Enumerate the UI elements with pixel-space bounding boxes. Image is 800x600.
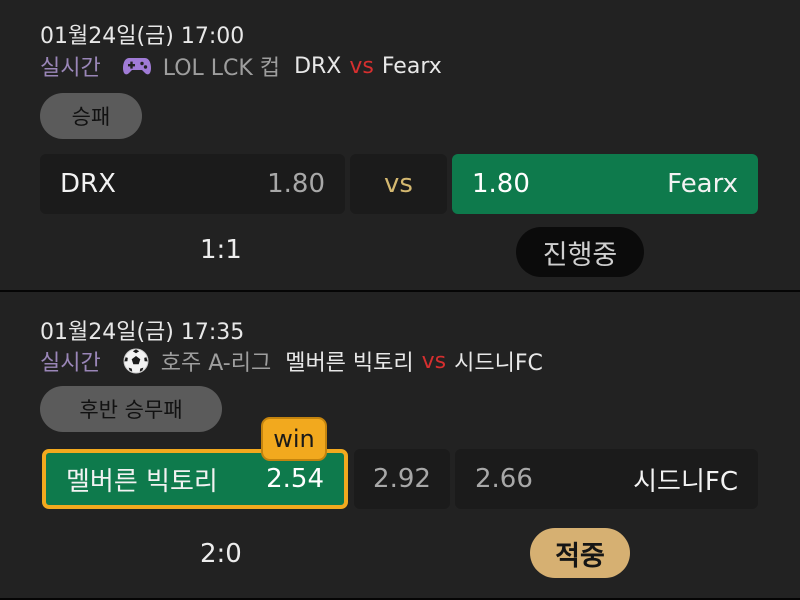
status-badge: 적중 bbox=[530, 528, 630, 578]
home-odds-button[interactable]: DRX 1.80 bbox=[40, 154, 345, 214]
away-team-name: Fearx bbox=[381, 53, 442, 79]
bet-type-badge: 후반 승무패 bbox=[40, 386, 222, 432]
vs-label: vs bbox=[349, 53, 374, 79]
soccer-ball-icon bbox=[123, 348, 149, 374]
bet-type-badge: 승패 bbox=[40, 93, 142, 139]
home-team-name: 멜버른 빅토리 bbox=[285, 351, 414, 376]
vs-label: vs bbox=[421, 348, 447, 374]
home-option-name: 멜버른 빅토리 bbox=[66, 466, 218, 497]
home-odds-value: 1.80 bbox=[267, 169, 325, 199]
match-info: 실시간 호주 A-리그 멜버른 빅토리 vs 시드니FC bbox=[40, 345, 543, 377]
home-team-name: DRX bbox=[294, 53, 342, 79]
draw-odds-button[interactable]: 2.92 bbox=[354, 449, 450, 509]
match-score: 2:0 bbox=[200, 539, 242, 569]
gamepad-icon bbox=[122, 55, 151, 77]
match-card-1: 01월24일(금) 17:00 실시간 LOL LCK 컵 DRX vs Fea… bbox=[0, 0, 800, 290]
home-odds-value: 2.54 bbox=[266, 464, 324, 494]
match-datetime: 01월24일(금) 17:00 bbox=[40, 24, 245, 49]
match-datetime: 01월24일(금) 17:35 bbox=[40, 320, 245, 345]
status-badge: 진행중 bbox=[516, 227, 644, 277]
win-tag: win bbox=[261, 417, 327, 461]
home-option-name: DRX bbox=[60, 169, 116, 199]
away-odds-value: 2.66 bbox=[475, 464, 533, 494]
away-odds-button[interactable]: 2.66 시드니FC bbox=[455, 449, 758, 509]
away-odds-value: 1.80 bbox=[472, 169, 530, 199]
league-name: 호주 A-리그 bbox=[160, 351, 272, 376]
away-option-name: Fearx bbox=[667, 169, 738, 199]
live-label: 실시간 bbox=[40, 351, 101, 376]
match-card-2: 01월24일(금) 17:35 실시간 호주 A-리그 멜버른 빅토리 vs 시… bbox=[0, 292, 800, 598]
vs-cell: vs bbox=[350, 154, 447, 214]
match-info: 실시간 LOL LCK 컵 DRX vs Fearx bbox=[40, 50, 442, 82]
league-name: LOL LCK 컵 bbox=[162, 56, 281, 81]
draw-odds-value: 2.92 bbox=[373, 464, 431, 494]
away-option-name: 시드니FC bbox=[633, 466, 738, 497]
away-team-name: 시드니FC bbox=[454, 351, 543, 376]
match-score: 1:1 bbox=[200, 235, 242, 265]
away-odds-button[interactable]: 1.80 Fearx bbox=[452, 154, 758, 214]
live-label: 실시간 bbox=[40, 56, 101, 81]
